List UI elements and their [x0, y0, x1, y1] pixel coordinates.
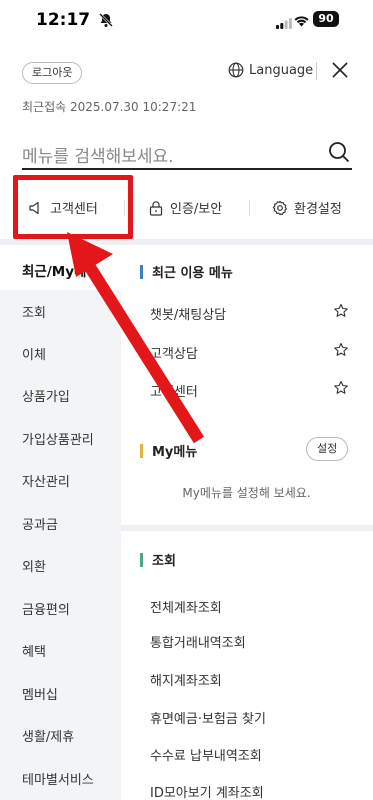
- signal-icon: [276, 14, 292, 33]
- quick-auth-security[interactable]: 인증/보안: [148, 198, 222, 217]
- section-bar: [140, 552, 143, 567]
- my-menu-empty-message: My메뉴를 설정해 보세요.: [182, 486, 311, 500]
- nav-item[interactable]: 혜택: [22, 641, 46, 660]
- inquiry-item[interactable]: 수수료 납부내역조회: [150, 745, 262, 764]
- inquiry-section-title: 조회: [140, 550, 176, 569]
- last-login-text: 최근접속 2025.07.30 10:27:21: [22, 100, 197, 114]
- nav-item[interactable]: 이체: [22, 344, 46, 363]
- inquiry-item[interactable]: 휴면예금·보험금 찾기: [150, 708, 266, 727]
- header-divider: [316, 62, 317, 80]
- highlight-box: [13, 175, 133, 239]
- section-bar: [140, 264, 143, 279]
- globe-icon: [228, 62, 244, 78]
- my-menu-section-title: My메뉴: [140, 441, 197, 460]
- recent-title: 최근 이용 메뉴: [152, 266, 233, 281]
- my-menu-title: My메뉴: [152, 445, 198, 460]
- close-icon[interactable]: [330, 60, 350, 84]
- nav-item[interactable]: 공과금: [22, 514, 58, 533]
- quick-separator: [249, 200, 250, 216]
- search-placeholder: 메뉴를 검색해보세요.: [22, 147, 174, 167]
- nav-item[interactable]: 멤버십: [22, 684, 58, 703]
- inquiry-item[interactable]: 통합거래내역조회: [150, 632, 246, 651]
- nav-item[interactable]: 조회: [22, 302, 46, 321]
- star-icon[interactable]: [333, 342, 349, 362]
- gear-icon: [272, 200, 288, 215]
- status-time: 12:17: [36, 10, 91, 30]
- search-icon[interactable]: [328, 141, 350, 167]
- quick-label: 인증/보안: [170, 202, 223, 217]
- nav-item[interactable]: 외환: [22, 556, 46, 575]
- quick-label: 환경설정: [294, 202, 342, 217]
- inquiry-item[interactable]: ID모아보기 계좌조회: [150, 782, 264, 800]
- recent-item[interactable]: 고객상담: [150, 343, 198, 362]
- menu-search-input[interactable]: 메뉴를 검색해보세요.: [22, 138, 352, 170]
- nav-item[interactable]: 가입상품관리: [22, 429, 94, 448]
- my-menu-settings-button[interactable]: 설정: [306, 437, 349, 461]
- logout-button[interactable]: 로그아웃: [22, 62, 83, 84]
- quick-settings[interactable]: 환경설정: [272, 198, 342, 217]
- star-icon[interactable]: [333, 380, 349, 400]
- recent-section-title: 최근 이용 메뉴: [140, 262, 233, 281]
- left-category-nav: 최근/My메뉴 조회 이체 상품가입 가입상품관리 자산관리 공과금 외환 금융…: [0, 245, 121, 800]
- lock-icon: [149, 200, 163, 216]
- nav-item-recent-my[interactable]: 최근/My메뉴: [22, 260, 99, 280]
- nav-item[interactable]: 금융편의: [22, 599, 70, 618]
- section-divider: [121, 525, 373, 531]
- inquiry-title: 조회: [152, 554, 176, 569]
- status-bar: 12:17 90: [0, 0, 373, 40]
- nav-item[interactable]: 테마별서비스: [22, 769, 94, 788]
- nav-item[interactable]: 자산관리: [22, 471, 70, 490]
- battery-indicator: 90: [313, 11, 339, 27]
- language-label: Language: [249, 62, 314, 78]
- inquiry-item[interactable]: 해지계좌조회: [150, 670, 222, 689]
- star-icon[interactable]: [333, 303, 349, 323]
- recent-item[interactable]: 고객센터: [150, 381, 198, 400]
- language-button[interactable]: Language: [228, 62, 313, 78]
- recent-item[interactable]: 챗봇/채팅상담: [150, 304, 226, 323]
- section-bar: [140, 443, 143, 458]
- wifi-icon: [293, 12, 310, 31]
- nav-item[interactable]: 생활/제휴: [22, 726, 74, 745]
- nav-item[interactable]: 상품가입: [22, 386, 70, 405]
- bell-muted-icon: [98, 12, 114, 32]
- inquiry-item[interactable]: 전체계좌조회: [150, 597, 222, 616]
